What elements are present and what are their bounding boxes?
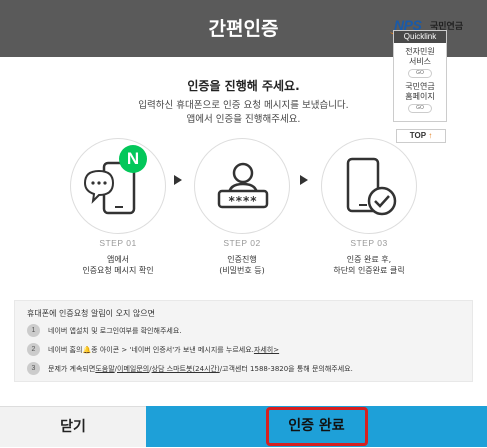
smartbot-link[interactable]: 상담 스마트봇(24시간)	[152, 364, 220, 374]
arrow-right-icon	[300, 175, 308, 185]
phone-check-icon	[346, 157, 397, 216]
quicklink-item-civil-service[interactable]: 전자민원 서비스 GO	[394, 47, 446, 78]
help-row-text: 네이버 홈의	[48, 345, 83, 354]
subtitle-line-1: 입력하신 휴대폰으로 인증 요청 메시지를 보냈습니다.	[138, 100, 349, 111]
bell-icon: 🔔	[82, 345, 92, 354]
number-badge: 3	[27, 362, 40, 375]
subtitle-line-2: 앱에서 인증을 진행해주세요.	[186, 114, 301, 125]
help-row-2: 2 네이버 홈의 🔔 종 아이콘 > '네이버 인증서'가 보낸 메시지를 누르…	[27, 343, 279, 356]
naver-n-icon: N	[126, 149, 140, 168]
user-password-icon	[217, 162, 269, 209]
step-desc-line: 인증 완료 후,	[346, 255, 392, 264]
number-badge: 2	[27, 343, 40, 356]
step-2-circle: ****	[194, 138, 290, 234]
step-desc-line: 앱에서	[106, 255, 130, 264]
step-1-description: 앱에서 인증요청 메시지 확인	[48, 254, 188, 276]
help-info-box: 휴대폰에 인증요청 알림이 오지 않으면 1 네이버 앱설치 및 로그인여부를 …	[14, 300, 473, 382]
quicklink-item-label: 전자민원	[405, 47, 435, 56]
step-3-circle	[321, 138, 417, 234]
help-row-1: 1 네이버 앱설치 및 로그인여부를 확인해주세요.	[27, 324, 182, 337]
step-1-label: STEP 01	[99, 238, 137, 248]
step-desc-line: 인증요청 메시지 확인	[82, 266, 154, 275]
help-row-text: /고객센터 1588-3820을 통해 문의해주세요.	[219, 364, 353, 373]
help-row-text: 네이버 앱설치 및 로그인여부를 확인해주세요.	[48, 326, 182, 335]
step-2-description: 인증진행 (비밀번호 등)	[172, 254, 312, 276]
step-2-label: STEP 02	[223, 238, 261, 248]
step-3-description: 인증 완료 후, 하단의 인증완료 클릭	[299, 254, 439, 276]
arrow-up-icon: ↑	[428, 131, 433, 140]
quicklink-title: Quicklink	[394, 31, 446, 43]
number-badge: 1	[27, 324, 40, 337]
help-row-text: 종 아이콘 > '네이버 인증서'가 보낸 메시지를 누르세요.	[91, 345, 254, 354]
step-1-circle: N	[70, 138, 166, 234]
help-heading: 휴대폰에 인증요청 알림이 오지 않으면	[27, 309, 155, 318]
step-3-label: STEP 03	[350, 238, 388, 248]
email-inquiry-link[interactable]: 이메일문의	[117, 364, 149, 374]
main-title: 인증을 진행해 주세요.	[187, 79, 300, 93]
help-link[interactable]: 도움말	[95, 364, 114, 374]
quicklink-item-label: 서비스	[408, 57, 432, 66]
help-row-3: 3 문제가 계속되면 도움말 / 이메일문의 / 상담 스마트봇(24시간) /…	[27, 362, 353, 375]
arrow-right-icon	[174, 175, 182, 185]
step-desc-line: 하단의 인증완료 클릭	[333, 266, 405, 275]
step-desc-line: (비밀번호 등)	[219, 266, 265, 275]
help-row-text: 문제가 계속되면	[48, 364, 96, 373]
close-button[interactable]: 닫기	[0, 406, 146, 447]
password-mask: ****	[228, 194, 258, 208]
details-link[interactable]: 자세히>	[254, 345, 279, 355]
step-desc-line: 인증진행	[227, 255, 257, 264]
highlight-box	[266, 407, 368, 446]
